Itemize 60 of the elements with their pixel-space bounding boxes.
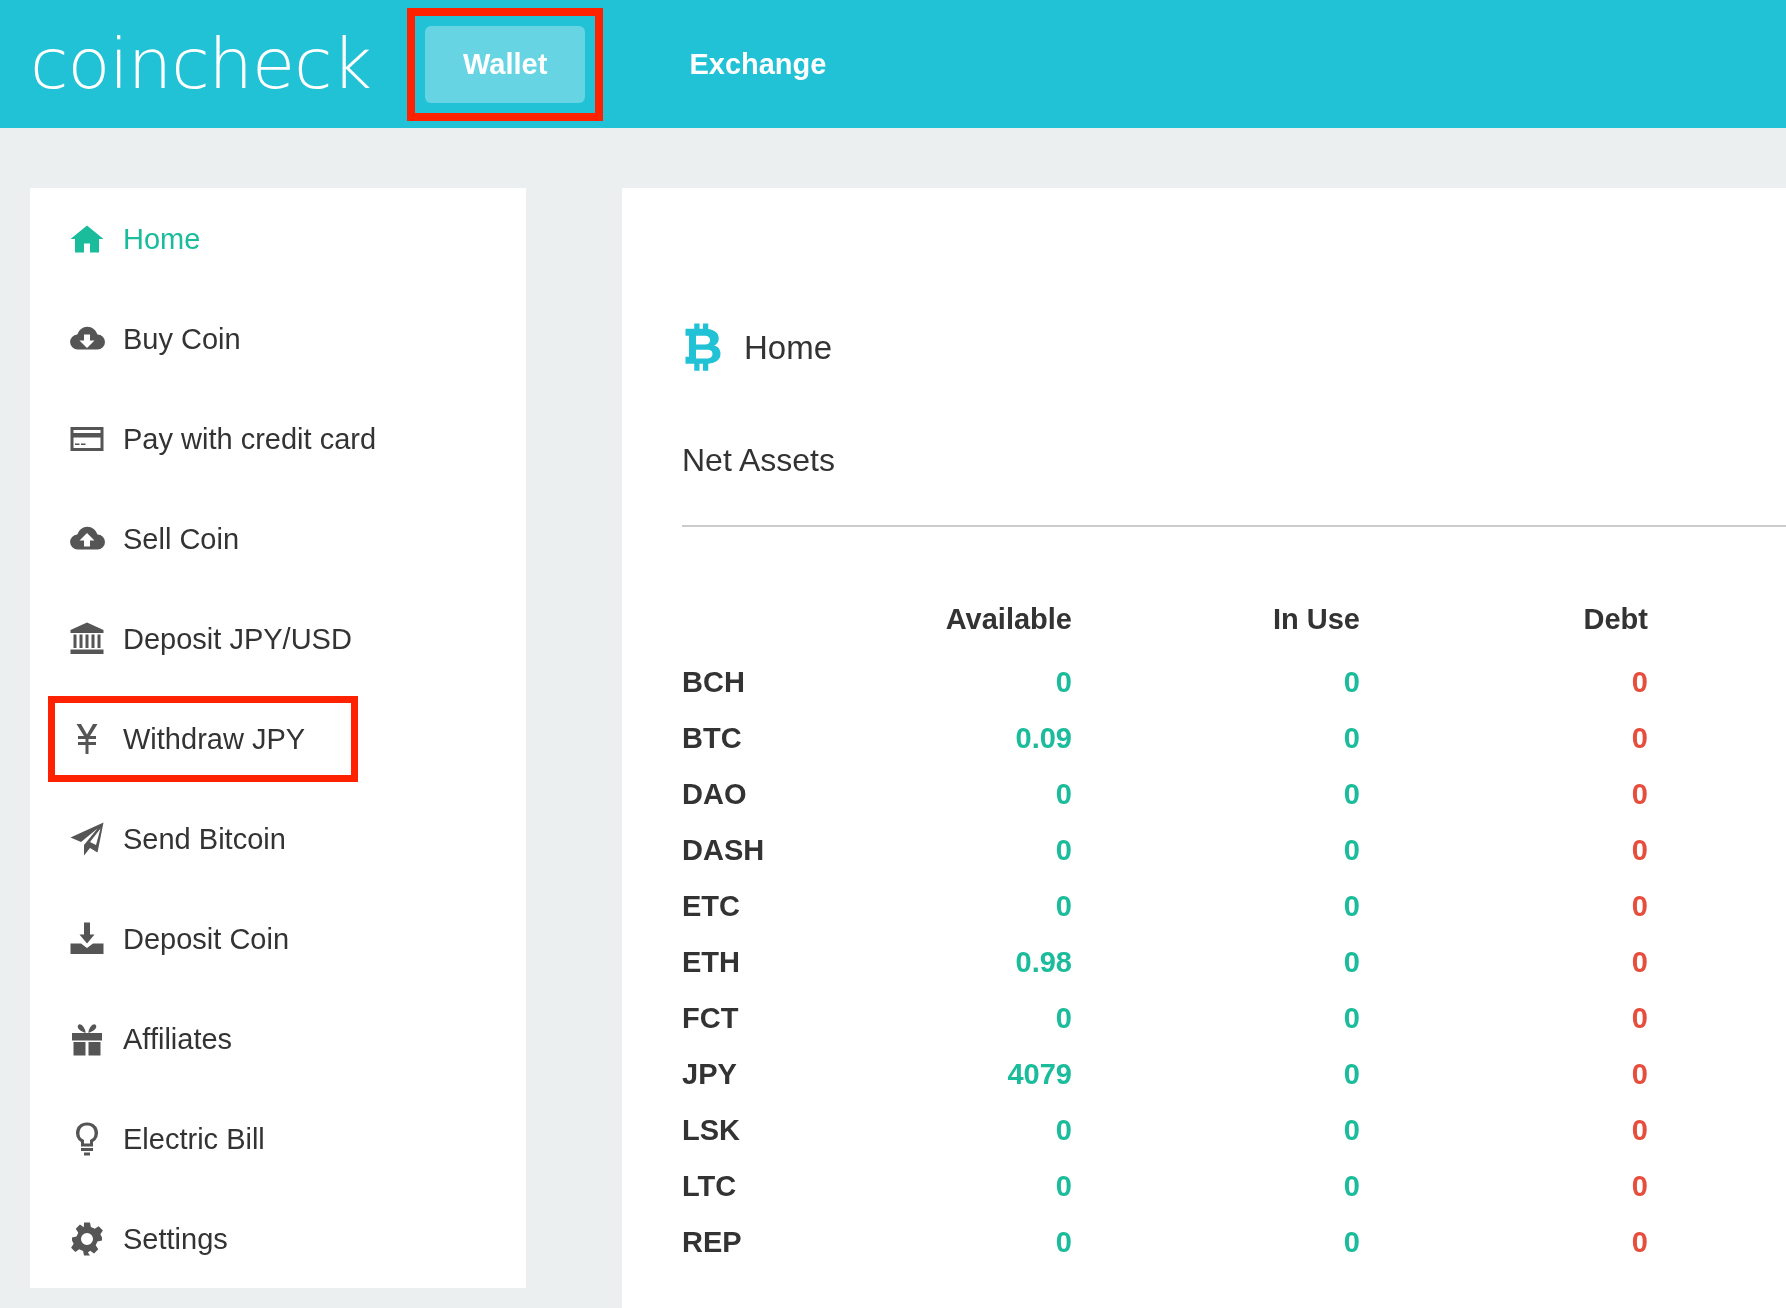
sidebar-item[interactable]: Withdraw JPY xyxy=(55,703,351,775)
sidebar-item[interactable]: Electric Bill xyxy=(55,1103,351,1175)
balance-value: 0 xyxy=(1342,1226,1360,1258)
balance-value: 0 xyxy=(1054,1170,1072,1202)
currency-code: ETH xyxy=(682,946,741,978)
balance-value: 0 xyxy=(1342,1170,1360,1202)
balance-value: 0 xyxy=(1054,1226,1072,1258)
balance-value: 0 xyxy=(1630,778,1648,810)
currency-code: DASH xyxy=(682,834,766,866)
balance-value: 0 xyxy=(1630,1002,1648,1034)
sidebar-item[interactable]: Sell Coin xyxy=(55,503,351,575)
sidebar-item[interactable]: Deposit Coin xyxy=(55,903,351,975)
balance-value: 0 xyxy=(1054,890,1072,922)
balance-value: 0 xyxy=(1342,1002,1360,1034)
balance-value: 0 xyxy=(1630,1058,1648,1090)
logo: coincheck xyxy=(30,23,372,105)
sidebar-item[interactable]: Send Bitcoin xyxy=(55,803,351,875)
currency-code: BCH xyxy=(682,666,746,698)
currency-code: BTC xyxy=(682,722,743,754)
sidebar-item[interactable]: Settings xyxy=(55,1203,351,1275)
balance-value: 0 xyxy=(1342,1114,1360,1146)
balance-value: 0 xyxy=(1630,834,1648,866)
balance-value: 0 xyxy=(1342,946,1360,978)
currency-code: DAO xyxy=(682,778,748,810)
balance-value: 0 xyxy=(1630,1170,1648,1202)
currency-code: LTC xyxy=(682,1170,738,1202)
balance-value: 0 xyxy=(1342,890,1360,922)
column-header: In Use xyxy=(1271,603,1360,636)
column-header: Debt xyxy=(1582,603,1648,636)
balance-value: 0 xyxy=(1054,666,1072,698)
sidebar-item[interactable]: Deposit JPY/USD xyxy=(55,603,364,675)
currency-code: JPY xyxy=(682,1058,738,1090)
balance-value: 0 xyxy=(1630,666,1648,698)
currency-code: FCT xyxy=(682,1002,740,1034)
balance-value: 0 xyxy=(1342,722,1360,754)
sidebar-item[interactable]: Pay with credit card xyxy=(55,403,389,475)
section-heading: Net Assets xyxy=(682,442,836,479)
currency-code: REP xyxy=(682,1226,743,1258)
balance-value: 0 xyxy=(1630,1226,1648,1258)
balance-value: 0 xyxy=(1630,722,1648,754)
balance-value: 0 xyxy=(1054,1002,1072,1034)
sidebar-item[interactable]: Buy Coin xyxy=(55,303,351,375)
balance-value: 0.09 xyxy=(1014,722,1072,754)
balance-value: 0 xyxy=(1054,778,1072,810)
balance-value: 0 xyxy=(1054,834,1072,866)
balance-value: 0 xyxy=(1630,946,1648,978)
balance-value: 4079 xyxy=(1006,1058,1072,1090)
page-title: Home xyxy=(744,329,833,367)
balance-value: 0 xyxy=(1054,1114,1072,1146)
balance-value: 0 xyxy=(1342,1058,1360,1090)
balance-value: 0.98 xyxy=(1014,946,1072,978)
balance-value: 0 xyxy=(1630,1114,1648,1146)
balance-value: 0 xyxy=(1342,666,1360,698)
balance-value: 0 xyxy=(1342,834,1360,866)
balance-value: 0 xyxy=(1630,890,1648,922)
currency-code: LSK xyxy=(682,1114,741,1146)
balance-value: 0 xyxy=(1342,778,1360,810)
currency-code: ETC xyxy=(682,890,741,922)
sidebar-item[interactable]: Affiliates xyxy=(55,1003,351,1075)
column-header: Available xyxy=(944,603,1072,636)
